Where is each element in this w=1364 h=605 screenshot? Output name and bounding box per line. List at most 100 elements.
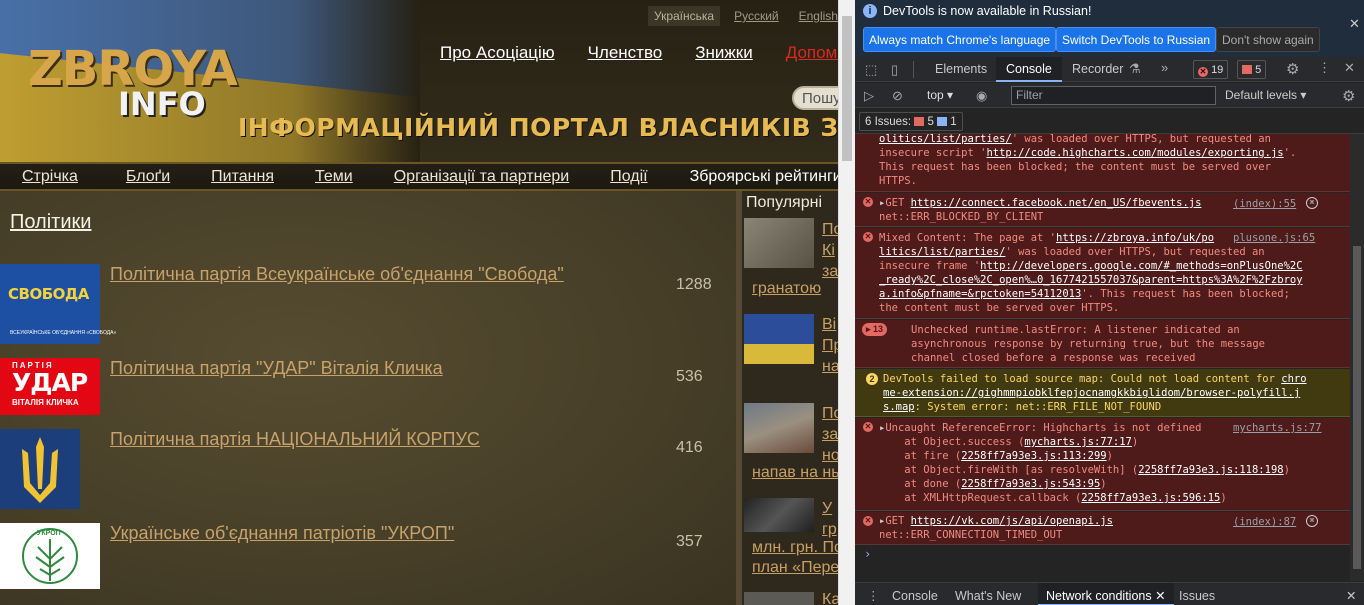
ukrop-logo[interactable]: УКРОП xyxy=(0,523,100,589)
console-scrollbar-thumb[interactable] xyxy=(1353,246,1361,569)
item-text[interactable]: Ві xyxy=(822,314,836,335)
item-text[interactable]: Ка xyxy=(822,589,838,605)
page-url-link[interactable]: https://zbroya.info/uk/po xyxy=(1056,232,1214,244)
dont-show-again-button[interactable]: Don't show again xyxy=(1216,27,1320,52)
lang-english[interactable]: English xyxy=(793,6,838,26)
item-text[interactable]: По xyxy=(822,219,838,240)
svoboda-logo[interactable]: СВОБОДА ВСЕУКРАЇНСЬКЕ ОБ'ЄДНАННЯ «СВОБОД… xyxy=(0,264,116,344)
console-error-entry[interactable]: olitics/list/parties/' was loaded over H… xyxy=(855,134,1350,192)
source-link[interactable]: plusone.js:65 xyxy=(1233,231,1315,246)
source-link[interactable]: (index):55 xyxy=(1233,197,1296,212)
settings-gear-icon[interactable]: ⚙ xyxy=(1286,60,1299,78)
stack-link[interactable]: 2258ff7a93e3.js:113:299 xyxy=(961,450,1106,462)
close-drawer-icon[interactable]: ✕ xyxy=(1346,583,1356,605)
inspect-element-icon[interactable]: ⬚ xyxy=(865,62,877,78)
console-warning-entry[interactable]: 2 DevTools failed to load source map: Co… xyxy=(855,369,1350,417)
nav-organizations[interactable]: Організації та партнери xyxy=(394,168,569,186)
drawer-tab-issues[interactable]: Issues xyxy=(1179,583,1215,605)
page-url-link[interactable]: litics/list/parties/ xyxy=(879,246,1005,258)
item-text[interactable]: план «Пере xyxy=(752,559,838,577)
always-match-language-button[interactable]: Always match Chrome's language xyxy=(863,27,1057,52)
frame-url-link[interactable]: _ready%2C_close%2C_open%…0_1677421557037… xyxy=(879,274,1303,286)
item-text[interactable]: Пр xyxy=(822,335,838,356)
scrollbar-thumb[interactable] xyxy=(842,16,852,161)
party-name[interactable]: Політична партія "УДАР" Віталія Кличка xyxy=(110,358,443,379)
issues-pill[interactable]: 6 Issues: 5 1 xyxy=(859,112,963,131)
resource-url-link[interactable]: https://vk.com/js/api/openapi.js xyxy=(911,515,1113,527)
thumbnail[interactable] xyxy=(744,498,814,532)
lang-ukrainian[interactable]: Українська xyxy=(648,6,721,26)
network-globe-icon[interactable]: ⌘ xyxy=(1306,197,1318,209)
party-name[interactable]: Українське об'єднання патріотів "УКРОП" xyxy=(110,523,454,544)
nav-ratings[interactable]: Зброярські рейтинги xyxy=(690,168,838,186)
drawer-tab-whats-new[interactable]: What's New xyxy=(955,583,1021,605)
console-error-entry[interactable]: ✕ ▸GET https://connect.facebook.net/en_U… xyxy=(855,193,1350,227)
error-count-badge[interactable]: ✕ 19 xyxy=(1193,60,1229,79)
more-tabs-icon[interactable]: » xyxy=(1161,60,1168,75)
stack-link[interactable]: 2258ff7a93e3.js:118:198 xyxy=(1138,464,1283,476)
sourcemap-url-link[interactable]: chro xyxy=(1281,373,1306,385)
nav-blogs[interactable]: Блоґи xyxy=(126,168,170,186)
nav-feed[interactable]: Стрічка xyxy=(22,168,78,186)
item-text[interactable]: напав на ньо xyxy=(752,464,838,482)
frame-url-link[interactable]: http://developers.google.com/#_methods=o… xyxy=(980,260,1302,272)
stack-link[interactable]: mycharts.js:77:17 xyxy=(1024,436,1131,448)
close-devtools-icon[interactable]: ✕ xyxy=(1344,60,1355,76)
nav-about[interactable]: Про Асоціацію xyxy=(440,43,555,63)
sourcemap-url-link[interactable]: me-extension://gighmmpiobklfepjocnamgkkb… xyxy=(883,387,1300,399)
source-link[interactable]: (index):87 xyxy=(1233,515,1296,530)
console-error-entry[interactable]: ✕ ▸Uncaught ReferenceError: Highcharts i… xyxy=(855,418,1350,511)
page-scrollbar[interactable] xyxy=(838,0,855,605)
thumbnail[interactable] xyxy=(744,218,814,268)
item-text[interactable]: Кі xyxy=(822,240,835,261)
page-title[interactable]: Політики xyxy=(10,211,91,234)
nav-discounts[interactable]: Знижки xyxy=(695,43,752,63)
stack-link[interactable]: 2258ff7a93e3.js:543:95 xyxy=(961,478,1100,490)
tab-console[interactable]: Console xyxy=(996,57,1062,82)
network-globe-icon[interactable]: ⌘ xyxy=(1306,515,1318,527)
filter-input[interactable]: Filter xyxy=(1011,86,1216,105)
drawer-tab-console[interactable]: Console xyxy=(892,583,938,605)
tab-elements[interactable]: Elements xyxy=(935,57,987,82)
console-settings-gear-icon[interactable]: ⚙ xyxy=(1342,87,1355,105)
drawer-tab-network-conditions[interactable]: Network conditions ✕ xyxy=(1038,583,1174,605)
item-text[interactable]: гр xyxy=(822,519,837,540)
thumbnail[interactable] xyxy=(744,314,814,364)
console-scrollbar[interactable] xyxy=(1350,134,1364,581)
lang-russian[interactable]: Русский xyxy=(728,6,785,26)
party-name[interactable]: Політична партія НАЦІОНАЛЬНИЙ КОРПУС xyxy=(110,429,480,450)
item-text[interactable]: но xyxy=(822,445,838,466)
nav-topics[interactable]: Теми xyxy=(315,168,353,186)
nav-questions[interactable]: Питання xyxy=(211,168,274,186)
sourcemap-url-link[interactable]: s.map xyxy=(883,401,915,413)
close-tab-icon[interactable]: ✕ xyxy=(1155,589,1165,603)
issues-count-badge[interactable]: 5 xyxy=(1237,60,1267,79)
item-text[interactable]: млн. грн. По xyxy=(752,539,838,557)
item-text[interactable]: за xyxy=(822,424,838,445)
item-text[interactable]: гранатою xyxy=(752,280,821,298)
frame-url-link[interactable]: a.info&pfname=&rpctoken=54112013 xyxy=(879,288,1081,300)
log-levels-dropdown[interactable]: Default levels ▾ xyxy=(1225,88,1306,102)
page-url-link[interactable]: olitics/list/parties/ xyxy=(879,134,1012,145)
switch-to-russian-button[interactable]: Switch DevTools to Russian xyxy=(1056,27,1217,52)
thumbnail[interactable] xyxy=(744,403,814,453)
console-prompt[interactable]: › xyxy=(864,547,871,562)
console-error-entry[interactable]: ✕ ▸GET https://vk.com/js/api/openapi.js … xyxy=(855,512,1350,545)
resource-url-link[interactable]: https://connect.facebook.net/en_US/fbeve… xyxy=(911,197,1202,209)
udar-logo[interactable]: ПАРТІЯ УДАР ВІТАЛІЯ КЛИЧКА xyxy=(0,358,100,415)
item-text[interactable]: По xyxy=(822,403,838,424)
drawer-menu-icon[interactable]: ⋮ xyxy=(867,583,880,605)
console-error-entry[interactable]: ▸ 13 Unchecked runtime.lastError: A list… xyxy=(855,320,1350,368)
item-text[interactable]: на xyxy=(822,356,838,377)
live-expression-eye-icon[interactable]: ◉ xyxy=(976,88,987,104)
nav-events[interactable]: Події xyxy=(610,168,647,186)
kebab-menu-icon[interactable]: ⋮ xyxy=(1318,60,1331,76)
national-corps-logo[interactable] xyxy=(0,429,80,509)
source-link[interactable]: mycharts.js:77 xyxy=(1233,421,1322,436)
script-url-link[interactable]: http://code.highcharts.com/modules/expor… xyxy=(986,147,1283,159)
site-logo-sub[interactable]: INFO xyxy=(118,88,206,120)
party-name[interactable]: Політична партія Всеукраїнське об'єднанн… xyxy=(110,264,564,285)
close-icon[interactable]: ✕ xyxy=(1349,16,1360,32)
nav-membership[interactable]: Членство xyxy=(588,43,663,63)
stack-link[interactable]: 2258ff7a93e3.js:596:15 xyxy=(1081,492,1220,504)
